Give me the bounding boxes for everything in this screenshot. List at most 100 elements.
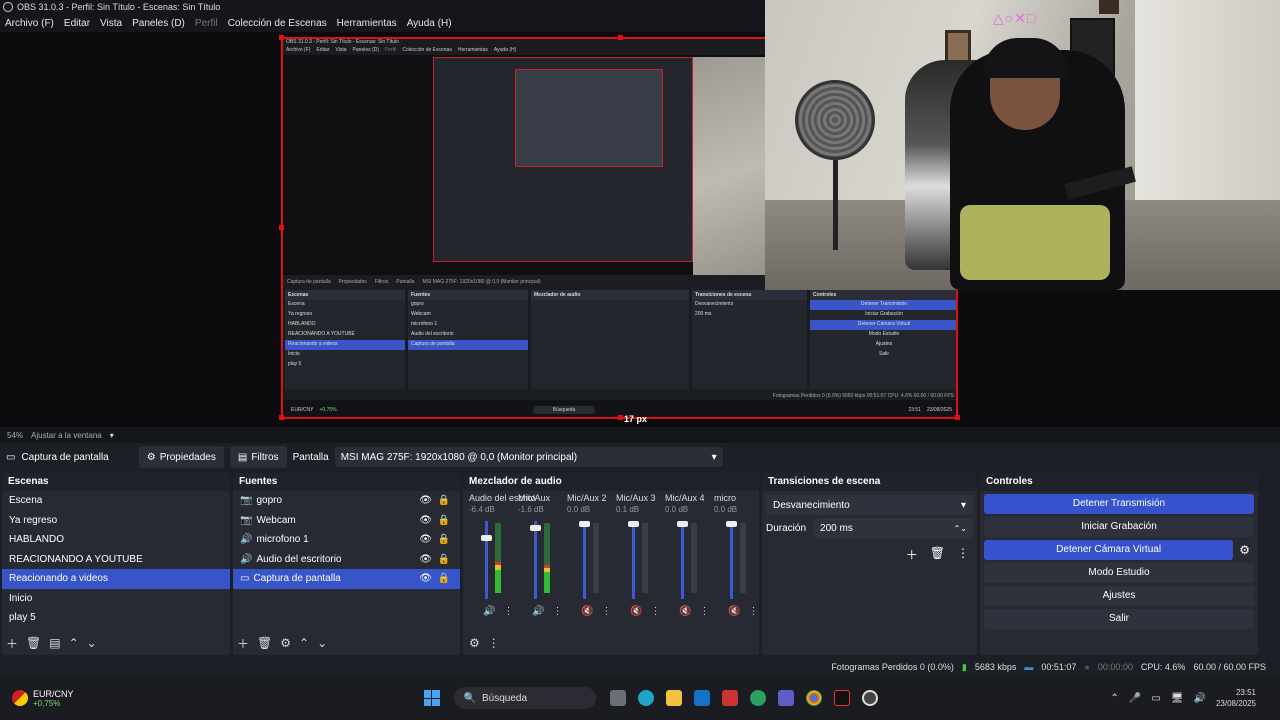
- lock-icon[interactable]: 🔒: [438, 569, 450, 589]
- resize-handle[interactable]: [618, 415, 623, 420]
- eye-icon[interactable]: 👁: [419, 550, 432, 570]
- transition-type-select[interactable]: Desvanecimiento ▾: [766, 495, 973, 515]
- display-select[interactable]: MSI MAG 275F: 1920x1080 @ 0,0 (Monitor p…: [334, 447, 723, 467]
- chrome-icon[interactable]: [805, 690, 822, 706]
- menu-herramientas[interactable]: Herramientas: [337, 18, 397, 29]
- chevron-down-icon[interactable]: ▾: [110, 431, 114, 440]
- volume-slider[interactable]: [730, 521, 733, 599]
- move-up-icon[interactable]: ⌃: [69, 636, 79, 650]
- task-view-icon[interactable]: [609, 690, 626, 706]
- volume-knob[interactable]: [481, 535, 492, 542]
- zoom-mode-select[interactable]: Ajustar a la ventana: [31, 431, 102, 440]
- tiktok-icon[interactable]: [833, 690, 850, 706]
- duration-stepper[interactable]: 200 ms ⌃⌄: [814, 518, 973, 538]
- source-item[interactable]: 🔊 microfono 1 👁 🔒: [233, 530, 460, 550]
- whatsapp-icon[interactable]: [749, 690, 766, 706]
- source-item[interactable]: 📷 Webcam 👁 🔒: [233, 511, 460, 531]
- scene-item[interactable]: Ya regreso: [2, 511, 230, 531]
- windows-start-icon[interactable]: [423, 690, 440, 706]
- display-icon[interactable]: ▭: [1151, 693, 1160, 704]
- speaker-icon[interactable]: 🔊: [532, 606, 544, 617]
- studio-mode-button[interactable]: Modo Estudio: [984, 563, 1254, 583]
- start-recording-button[interactable]: Iniciar Grabación: [984, 517, 1254, 537]
- remove-transition-icon[interactable]: 🗑: [930, 546, 945, 563]
- gear-icon[interactable]: ⚙: [280, 636, 291, 650]
- scene-item[interactable]: Inicio: [2, 589, 230, 609]
- source-item[interactable]: 📷 gopro 👁 🔒: [233, 491, 460, 511]
- file-explorer-icon[interactable]: [665, 690, 682, 706]
- scene-item[interactable]: Escena: [2, 491, 230, 511]
- settings-button[interactable]: Ajustes: [984, 586, 1254, 606]
- more-options-icon[interactable]: ⋮: [488, 636, 500, 650]
- scene-item[interactable]: play 5: [2, 608, 230, 628]
- mixer-settings-icon[interactable]: ⚙: [469, 636, 480, 650]
- more-options-icon[interactable]: ⋮: [650, 606, 660, 617]
- source-item[interactable]: ▭ Captura de pantalla 👁 🔒: [233, 569, 460, 589]
- more-options-icon[interactable]: ⋮: [503, 606, 513, 617]
- source-item[interactable]: 🔊 Audio del escritorio 👁 🔒: [233, 550, 460, 570]
- volume-knob[interactable]: [628, 521, 639, 527]
- menu-coleccion-escenas[interactable]: Colección de Escenas: [228, 18, 327, 29]
- menu-archivo[interactable]: Archivo (F): [5, 18, 54, 29]
- filters-icon[interactable]: ▤: [49, 636, 60, 650]
- menu-ayuda[interactable]: Ayuda (H): [407, 18, 452, 29]
- muted-speaker-icon[interactable]: 🔇: [728, 606, 740, 617]
- filters-button[interactable]: ▤ Filtros: [229, 446, 287, 468]
- volume-slider[interactable]: [632, 521, 635, 599]
- resize-handle[interactable]: [279, 35, 284, 40]
- scene-item[interactable]: HABLANDO: [2, 530, 230, 550]
- stop-streaming-button[interactable]: Detener Transmisión: [984, 494, 1254, 514]
- volume-knob[interactable]: [579, 521, 590, 527]
- scene-item[interactable]: REACIONANDO A YOUTUBE: [2, 550, 230, 570]
- scene-item[interactable]: Reacionando a videos: [2, 569, 230, 589]
- volume-icon[interactable]: 🔊: [1194, 693, 1206, 704]
- speaker-icon[interactable]: 🔊: [483, 606, 495, 617]
- clock[interactable]: 23:51 23/08/2025: [1216, 687, 1256, 709]
- volume-slider[interactable]: [681, 521, 684, 599]
- move-down-icon[interactable]: ⌄: [317, 636, 327, 650]
- add-transition-icon[interactable]: ＋: [906, 546, 918, 563]
- volume-knob[interactable]: [677, 521, 688, 527]
- muted-speaker-icon[interactable]: 🔇: [581, 606, 593, 617]
- more-options-icon[interactable]: ⋮: [957, 546, 969, 563]
- webcam-source[interactable]: △○✕□: [765, 0, 1280, 290]
- menu-paneles[interactable]: Paneles (D): [132, 18, 185, 29]
- muted-speaker-icon[interactable]: 🔇: [630, 606, 642, 617]
- more-options-icon[interactable]: ⋮: [552, 606, 562, 617]
- resize-handle[interactable]: [279, 225, 284, 230]
- volume-slider[interactable]: [534, 521, 537, 599]
- volume-slider[interactable]: [583, 521, 586, 599]
- eye-icon[interactable]: 👁: [419, 569, 432, 589]
- microphone-icon[interactable]: 🎤: [1129, 693, 1141, 704]
- eye-icon[interactable]: 👁: [419, 530, 432, 550]
- taskbar-search[interactable]: 🔍 Búsqueda: [453, 687, 596, 709]
- show-hidden-icons-icon[interactable]: ⌃: [1111, 693, 1119, 704]
- properties-button[interactable]: ⚙ Propiedades: [138, 446, 224, 468]
- remove-scene-icon[interactable]: 🗑: [26, 636, 41, 650]
- muted-speaker-icon[interactable]: 🔇: [679, 606, 691, 617]
- teams-icon[interactable]: [777, 690, 794, 706]
- menu-editar[interactable]: Editar: [64, 18, 90, 29]
- resize-handle[interactable]: [955, 415, 960, 420]
- app-icon[interactable]: [721, 690, 738, 706]
- eye-icon[interactable]: 👁: [419, 511, 432, 531]
- edge-icon[interactable]: [637, 690, 654, 706]
- lock-icon[interactable]: 🔒: [438, 550, 450, 570]
- virtual-camera-settings-icon[interactable]: ⚙: [1239, 543, 1250, 557]
- volume-slider[interactable]: [485, 521, 488, 599]
- ticker-widget[interactable]: EUR/CNY +0,75%: [12, 689, 74, 708]
- stop-virtual-camera-button[interactable]: Detener Cámara Virtual: [984, 540, 1234, 560]
- eye-icon[interactable]: 👁: [419, 491, 432, 511]
- lock-icon[interactable]: 🔒: [438, 530, 450, 550]
- volume-knob[interactable]: [726, 521, 737, 527]
- more-options-icon[interactable]: ⋮: [601, 606, 611, 617]
- lock-icon[interactable]: 🔒: [438, 491, 450, 511]
- add-source-icon[interactable]: ＋: [237, 635, 249, 652]
- move-down-icon[interactable]: ⌄: [87, 636, 97, 650]
- outlook-icon[interactable]: [693, 690, 710, 706]
- remove-source-icon[interactable]: 🗑: [257, 636, 272, 650]
- add-scene-icon[interactable]: ＋: [6, 635, 18, 652]
- resize-handle[interactable]: [279, 415, 284, 420]
- obs-icon[interactable]: [861, 690, 878, 706]
- volume-knob[interactable]: [530, 524, 541, 531]
